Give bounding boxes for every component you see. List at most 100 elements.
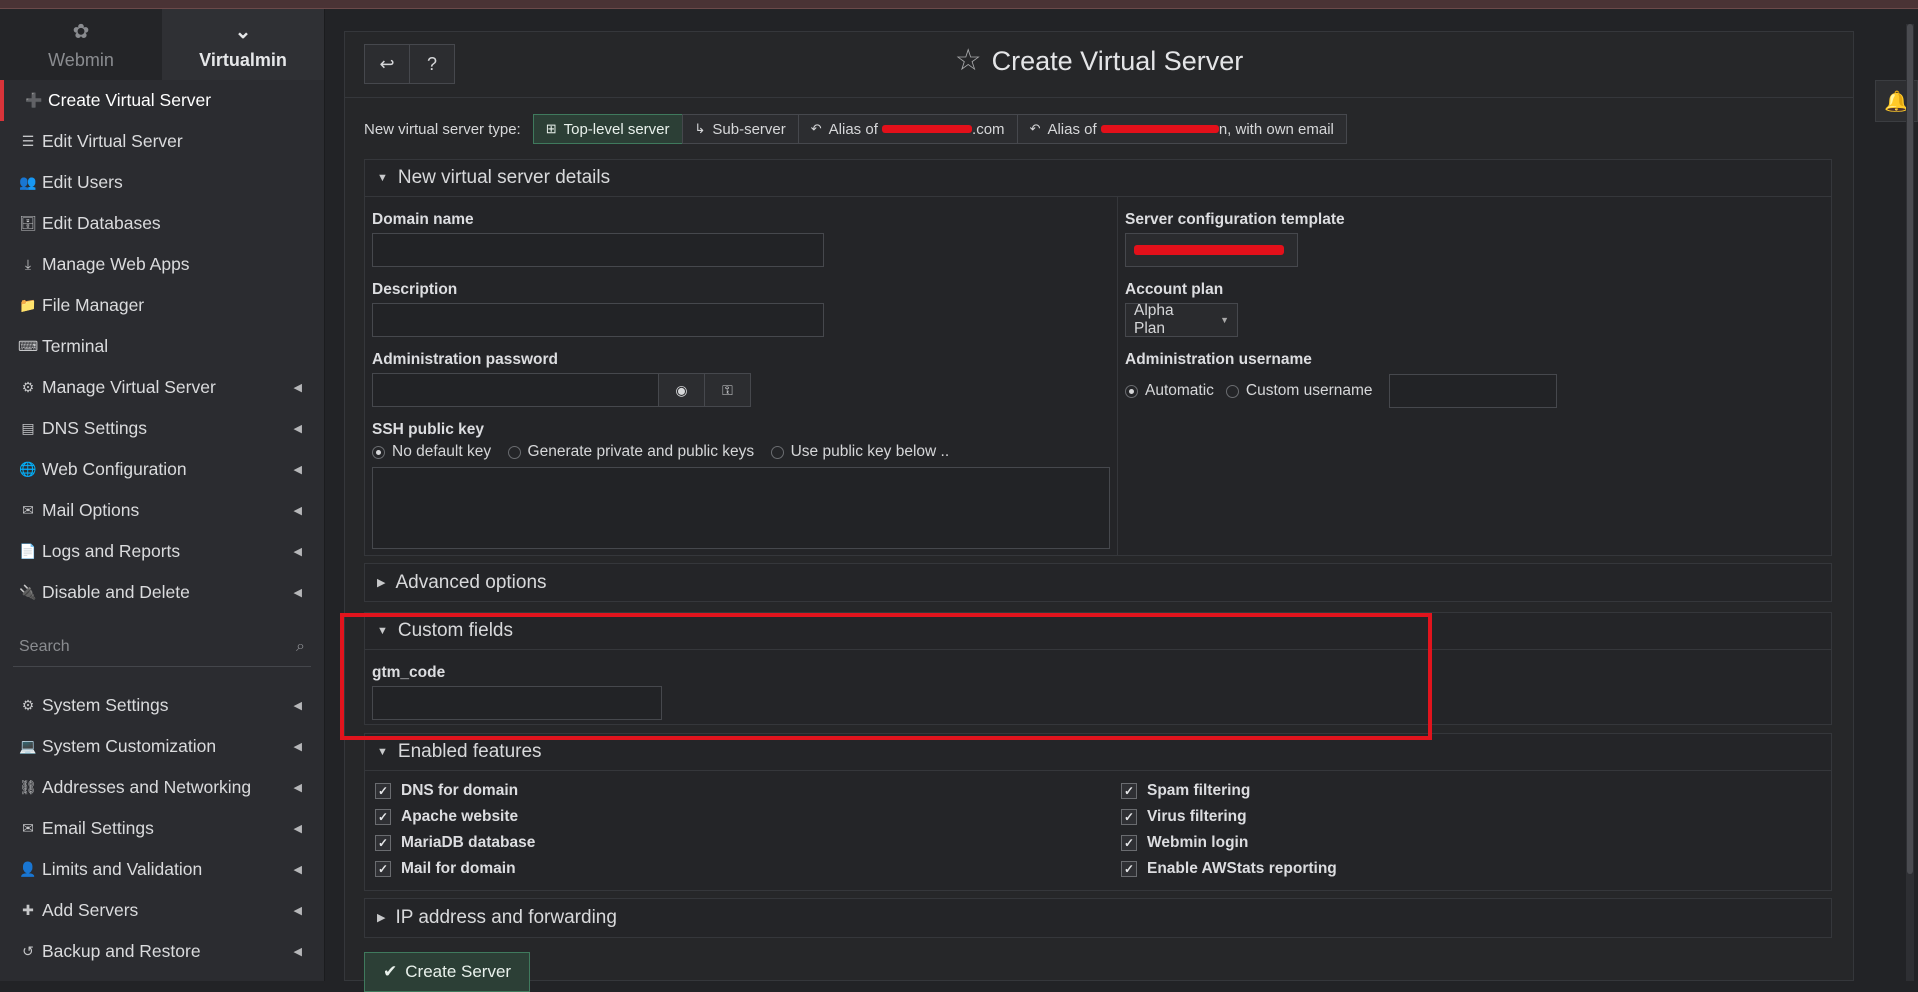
ssh-generate-radio[interactable]: Generate private and public keys: [507, 443, 754, 461]
menu-icon: 🔌: [19, 584, 37, 600]
search-input[interactable]: Search: [19, 638, 70, 656]
gtm-code-input[interactable]: [372, 686, 662, 720]
webmin-logo-icon: ✿: [72, 20, 90, 43]
custom-fields-header[interactable]: ▼ Custom fields: [365, 613, 1831, 650]
feature-virus-checkbox[interactable]: ✓ Virus filtering: [1121, 808, 1247, 826]
alias-server-button[interactable]: ↶ Alias of .com: [797, 114, 1018, 144]
sidebar-item-label: Edit Virtual Server: [42, 131, 183, 151]
sidebar-item-web-configuration[interactable]: 🌐 Web Configuration ◀: [0, 449, 324, 490]
menu-icon: ⤓: [24, 256, 32, 272]
sidebar-item-manage-virtual-server[interactable]: ⚙ Manage Virtual Server ◀: [0, 367, 324, 408]
domain-name-input[interactable]: [372, 233, 824, 267]
ssh-no-default-radio[interactable]: No default key: [372, 443, 491, 461]
sidebar-item-label: Terminal: [42, 336, 109, 356]
feature-webmin-login-checkbox[interactable]: ✓ Webmin login: [1121, 834, 1248, 852]
ssh-key-options: No default key Generate private and publ…: [372, 443, 961, 464]
ssh-use-below-radio[interactable]: Use public key below ..: [770, 443, 949, 461]
menu-icon: ▤: [21, 420, 35, 436]
description-label: Description: [372, 281, 458, 298]
caret-left-icon: ◀: [293, 823, 302, 835]
details-panel-header[interactable]: ▼ New virtual server details: [365, 160, 1831, 197]
sidebar-item-email-settings[interactable]: ✉ Email Settings ◀: [0, 808, 324, 849]
caret-left-icon: ◀: [293, 864, 302, 876]
sidebar-item-dns-settings[interactable]: ▤ DNS Settings ◀: [0, 408, 324, 449]
sidebar-item-backup-and-restore[interactable]: ↺ Backup and Restore ◀: [0, 931, 324, 972]
description-input[interactable]: [372, 303, 824, 337]
generate-password-button[interactable]: ⚿: [704, 373, 751, 407]
feature-mail-checkbox[interactable]: ✓ Mail for domain: [375, 860, 516, 878]
sidebar-search[interactable]: Search ⌕: [13, 627, 311, 667]
feature-spam-checkbox[interactable]: ✓ Spam filtering: [1121, 782, 1250, 800]
custom-username-input[interactable]: [1388, 374, 1557, 408]
menu-icon: 🌐: [19, 461, 37, 477]
details-panel: ▼ New virtual server details Domain name …: [364, 159, 1832, 556]
sidebar-item-edit-databases[interactable]: 🗄 Edit Databases: [0, 203, 324, 244]
caret-down-icon: ▼: [377, 625, 388, 637]
domain-name-label: Domain name: [372, 211, 474, 228]
sidebar-item-label: System Settings: [42, 695, 169, 715]
check-circle-icon: ✔: [383, 962, 398, 981]
sidebar-item-edit-virtual-server[interactable]: ☰ Edit Virtual Server: [0, 121, 324, 162]
check-icon: ✓: [375, 783, 391, 799]
chevron-down-icon: ▼: [1220, 315, 1229, 325]
sidebar-item-manage-web-apps[interactable]: ⤓ Manage Web Apps: [0, 244, 324, 285]
ip-forwarding-header[interactable]: ▶ IP address and forwarding: [365, 899, 1831, 936]
feature-awstats-checkbox[interactable]: ✓ Enable AWStats reporting: [1121, 860, 1337, 878]
key-icon: ⚿: [722, 381, 733, 398]
webmin-switch-button[interactable]: ✿ Webmin: [0, 9, 162, 80]
server-type-selector: New virtual server type: ⊞ Top-level serv…: [364, 114, 1347, 144]
sidebar-item-disable-and-delete[interactable]: 🔌 Disable and Delete ◀: [0, 572, 324, 613]
username-automatic-radio[interactable]: Automatic: [1125, 382, 1214, 400]
admin-password-input[interactable]: [372, 373, 659, 407]
account-plan-select[interactable]: Alpha Plan ▼: [1125, 302, 1238, 337]
sidebar-item-logs-and-reports[interactable]: 📄 Logs and Reports ◀: [0, 531, 324, 572]
menu-icon: ✉: [22, 820, 34, 836]
virtualmin-switch-button[interactable]: ⌄ Virtualmin: [162, 9, 324, 80]
sidebar-item-mail-options[interactable]: ✉ Mail Options ◀: [0, 490, 324, 531]
ssh-key-textarea[interactable]: [372, 467, 1110, 549]
ssh-key-label: SSH public key: [372, 421, 484, 438]
sidebar-item-label: Addresses and Networking: [42, 777, 252, 797]
sidebar-item-add-servers[interactable]: ✚ Add Servers ◀: [0, 890, 324, 931]
sidebar-item-system-customization[interactable]: 💻 System Customization ◀: [0, 726, 324, 767]
sidebar-item-edit-users[interactable]: 👥 Edit Users: [0, 162, 324, 203]
feature-mariadb-checkbox[interactable]: ✓ MariaDB database: [375, 834, 535, 852]
page-title: ☆ Create Virtual Server: [345, 43, 1853, 78]
sub-server-button[interactable]: ↳ Sub-server: [681, 114, 799, 144]
show-password-button[interactable]: ◉: [658, 373, 705, 407]
menu-icon: 🗄: [19, 215, 37, 231]
advanced-options-panel: ▶ Advanced options: [364, 563, 1832, 602]
alias-with-email-button[interactable]: ↶ Alias of n, with own email: [1016, 114, 1347, 144]
sidebar-item-label: Backup and Restore: [42, 941, 201, 961]
advanced-options-header[interactable]: ▶ Advanced options: [365, 564, 1831, 601]
sidebar-item-label: Manage Web Apps: [42, 254, 190, 274]
enabled-features-header[interactable]: ▼ Enabled features: [365, 734, 1831, 771]
ip-forwarding-panel: ▶ IP address and forwarding: [364, 898, 1832, 938]
sidebar-item-limits-and-validation[interactable]: 👤 Limits and Validation ◀: [0, 849, 324, 890]
account-plan-label: Account plan: [1125, 281, 1224, 298]
username-custom-radio[interactable]: Custom username: [1225, 382, 1373, 400]
check-icon: ✓: [375, 835, 391, 851]
sidebar-item-terminal[interactable]: ⌨ Terminal: [0, 326, 324, 367]
search-icon[interactable]: ⌕: [296, 638, 305, 656]
create-server-button[interactable]: ✔ Create Server: [364, 952, 531, 992]
caret-left-icon: ◀: [293, 505, 302, 517]
sidebar-item-addresses-and-networking[interactable]: ⛓ Addresses and Networking ◀: [0, 767, 324, 808]
feature-dns-checkbox[interactable]: ✓ DNS for domain: [375, 782, 518, 800]
top-level-server-button[interactable]: ⊞ Top-level server: [532, 114, 683, 144]
sidebar-item-create-virtual-server[interactable]: ➕ Create Virtual Server: [0, 80, 324, 121]
sidebar-item-system-settings[interactable]: ⚙ System Settings ◀: [0, 685, 324, 726]
sidebar-item-label: Add Servers: [42, 900, 139, 920]
menu-icon: 📁: [19, 297, 37, 313]
feature-apache-checkbox[interactable]: ✓ Apache website: [375, 808, 518, 826]
reply-icon: ↶: [1029, 121, 1041, 136]
sidebar-item-label: Web Configuration: [42, 459, 187, 479]
enabled-features-panel: ▼ Enabled features ✓ DNS for domain ✓ Apach…: [364, 733, 1832, 891]
caret-left-icon: ◀: [293, 700, 302, 712]
check-icon: ✓: [1121, 809, 1137, 825]
sidebar-item-file-manager[interactable]: 📁 File Manager: [0, 285, 324, 326]
favorite-star-icon[interactable]: ☆: [955, 44, 982, 77]
template-select[interactable]: [1125, 233, 1298, 267]
menu-icon: ✉: [22, 502, 34, 518]
page-scrollbar[interactable]: [1906, 24, 1914, 981]
